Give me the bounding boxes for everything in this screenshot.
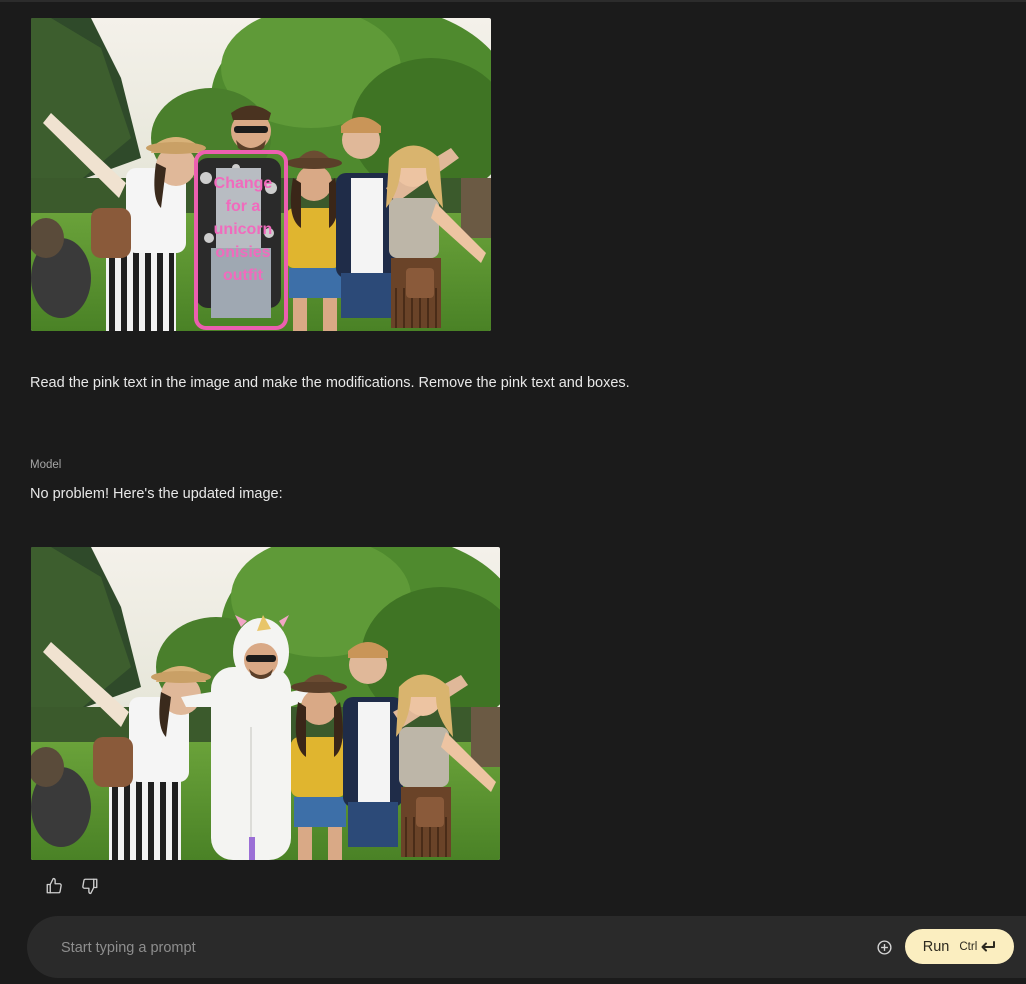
enter-key-icon (981, 940, 996, 951)
run-button[interactable]: Run Ctrl (905, 929, 1014, 964)
prompt-composer: Run Ctrl (27, 916, 1026, 978)
user-prompt-text: Read the pink text in the image and make… (30, 375, 630, 391)
thumbs-down-icon[interactable] (80, 876, 100, 896)
add-circle-icon[interactable] (874, 937, 894, 957)
model-generated-image (31, 547, 500, 860)
model-reply-text: No problem! Here's the updated image: (30, 486, 283, 502)
run-button-label: Run (922, 938, 950, 955)
top-divider (0, 0, 1026, 2)
annotation-line-2: for a (226, 198, 261, 215)
model-role-label: Model (30, 459, 62, 471)
shortcut-label: Ctrl (959, 940, 978, 953)
thumbs-up-icon[interactable] (44, 876, 64, 896)
annotation-line-1: Change (214, 175, 273, 192)
annotation-line-4: onisies (215, 244, 270, 261)
annotation-line-3: unicorn (214, 221, 273, 238)
user-uploaded-image: Change for a unicorn onisies outfit (31, 18, 491, 331)
run-shortcut: Ctrl (959, 940, 996, 954)
annotation-line-5: outfit (223, 267, 264, 284)
prompt-input[interactable] (59, 934, 823, 962)
